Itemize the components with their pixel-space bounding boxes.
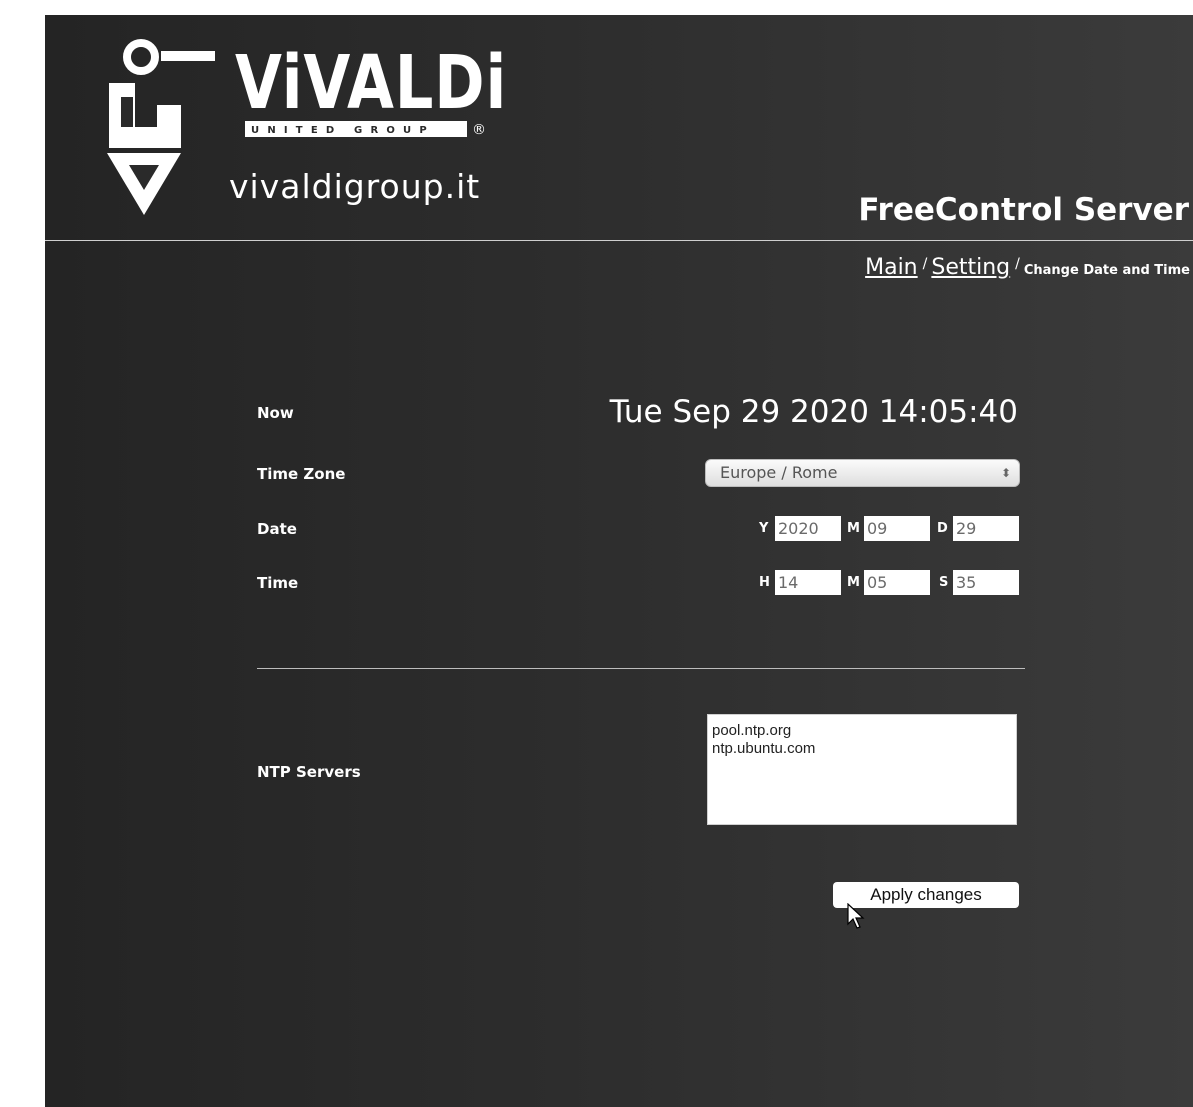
day-label: D <box>937 521 948 536</box>
brand-domain: vivaldigroup.it <box>229 167 481 206</box>
month-label: M <box>847 521 860 536</box>
second-input[interactable]: 35 <box>953 570 1019 595</box>
day-input[interactable]: 29 <box>953 516 1019 541</box>
vivaldi-logo-icon <box>107 39 215 215</box>
hour-label: H <box>759 575 770 590</box>
page-header: ViVALDi UNITED GROUP ® vivaldigroup.it F… <box>45 15 1193 241</box>
timezone-select[interactable]: Europe / Rome ⬍ <box>705 459 1020 487</box>
brand-tagline: UNITED GROUP <box>245 125 467 137</box>
breadcrumb: Main / Setting / Change Date and Time <box>865 255 1190 280</box>
current-datetime: Tue Sep 29 2020 14:05:40 <box>609 394 1018 430</box>
breadcrumb-main-link[interactable]: Main <box>865 255 918 280</box>
breadcrumb-setting-link[interactable]: Setting <box>931 255 1010 280</box>
mouse-pointer-icon <box>847 903 865 929</box>
time-fields: H 14 M 05 S 35 <box>759 570 1021 595</box>
year-label: Y <box>759 521 769 536</box>
app-window: ViVALDi UNITED GROUP ® vivaldigroup.it F… <box>45 15 1193 1107</box>
brand-name: ViVALDi <box>235 40 508 126</box>
ntp-server-line: ntp.ubuntu.com <box>712 740 816 757</box>
breadcrumb-separator: / <box>922 256 928 272</box>
minute-input[interactable]: 05 <box>864 570 930 595</box>
hour-input[interactable]: 14 <box>775 570 841 595</box>
timezone-label: Time Zone <box>257 465 346 483</box>
minute-label: M <box>847 575 860 590</box>
header-divider <box>45 240 1193 241</box>
time-label: Time <box>257 574 299 592</box>
registered-mark: ® <box>472 122 486 138</box>
date-label: Date <box>257 520 297 538</box>
breadcrumb-current: Change Date and Time <box>1023 263 1190 278</box>
breadcrumb-separator: / <box>1015 256 1020 272</box>
ntp-server-line: pool.ntp.org <box>712 722 792 739</box>
year-input[interactable]: 2020 <box>775 516 841 541</box>
product-title: FreeControl Server <box>858 192 1189 228</box>
now-label: Now <box>257 404 294 422</box>
ntp-servers-textarea[interactable]: pool.ntp.org ntp.ubuntu.com <box>707 714 1017 825</box>
ntp-servers-label: NTP Servers <box>257 763 361 781</box>
timezone-value: Europe / Rome <box>720 463 838 482</box>
section-divider <box>257 668 1025 669</box>
month-input[interactable]: 09 <box>864 516 930 541</box>
date-fields: Y 2020 M 09 D 29 <box>759 516 1021 541</box>
second-label: S <box>939 575 949 590</box>
up-down-arrows-icon: ⬍ <box>1000 466 1011 480</box>
